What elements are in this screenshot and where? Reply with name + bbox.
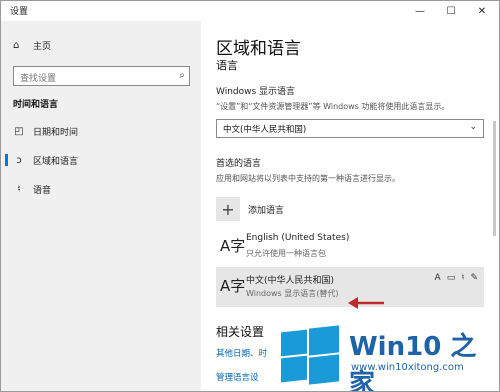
- search-placeholder: 查找设置: [20, 74, 57, 84]
- language-icon: A字: [220, 277, 246, 295]
- handwriting-icon: ✎: [470, 273, 478, 283]
- section-title-language: 语言: [216, 59, 238, 72]
- settings-window: 设置 — ☐ ✕ ⌂ 主页 查找设置 ⌕ 时间和语言 ◰ 日期和时间 ↄ 区域和…: [0, 0, 500, 392]
- window-title: 设置: [10, 7, 29, 17]
- windows-logo-tile: [281, 355, 307, 383]
- search-icon[interactable]: ⌕: [179, 70, 185, 81]
- windows-logo-tile: [281, 329, 307, 357]
- keyboard-icon: ▭: [446, 273, 456, 283]
- date-time-region-link[interactable]: 其他日期、时: [216, 347, 267, 359]
- language-name: 中文(中华人民共和国): [246, 276, 335, 286]
- manage-language-link[interactable]: 管理语言设: [216, 371, 259, 383]
- calendar-clock-icon: ◰: [14, 125, 24, 137]
- brand-text: Win10 之家: [349, 332, 477, 392]
- language-feature-icons: A ▭ ♮ ✎: [435, 273, 478, 283]
- home-label: 主页: [33, 42, 52, 52]
- sidebar-item-date-time[interactable]: ◰ 日期和时间: [1, 118, 201, 144]
- minimize-button[interactable]: —: [405, 1, 435, 21]
- brand-url: www.win10xitong.com: [351, 362, 464, 373]
- preferred-languages-label: 首选的语言: [216, 159, 262, 169]
- display-language-icon: A: [434, 273, 441, 283]
- sidebar-item-label: 日期和时间: [33, 127, 79, 138]
- title-bar[interactable]: 设置 — ☐ ✕: [1, 1, 499, 21]
- globe-pen-icon: ↄ: [16, 154, 22, 166]
- add-language-button[interactable]: + 添加语言: [216, 197, 284, 221]
- display-language-value: 中文(中华人民共和国): [223, 125, 307, 135]
- chevron-down-icon: ⌄: [469, 122, 477, 132]
- speech-icon: ♮: [461, 273, 465, 283]
- page-title: 区域和语言: [216, 39, 301, 59]
- red-arrow-annotation: [348, 297, 384, 309]
- add-language-label: 添加语言: [248, 205, 285, 216]
- preferred-languages-desc: 应用和网站将以列表中支持的第一种语言进行显示。: [216, 174, 400, 183]
- windows-logo-tile: [309, 354, 339, 385]
- sidebar-section-title: 时间和语言: [13, 100, 59, 110]
- sidebar-item-label: 区域和语言: [33, 156, 79, 167]
- home-nav-item[interactable]: ⌂ 主页: [13, 39, 51, 52]
- scrollbar[interactable]: [493, 121, 496, 236]
- close-button[interactable]: ✕: [467, 1, 497, 21]
- sidebar: ⌂ 主页 查找设置 ⌕ 时间和语言 ◰ 日期和时间 ↄ 区域和语言 ♮ 语音: [1, 21, 201, 391]
- sidebar-item-label: 语音: [33, 185, 52, 196]
- plus-icon: +: [216, 197, 240, 221]
- microphone-icon: ♮: [17, 183, 21, 195]
- language-subtext: Windows 显示语言(替代): [246, 289, 339, 298]
- sidebar-item-region-language[interactable]: ↄ 区域和语言: [1, 147, 201, 173]
- windows-logo-tile: [309, 325, 339, 356]
- display-language-desc: “设置”和“文件资源管理器”等 Windows 功能将使用此语言显示。: [216, 102, 450, 111]
- home-icon: ⌂: [13, 40, 20, 51]
- language-subtext: 只允许使用一种语言包: [246, 249, 326, 258]
- search-input[interactable]: 查找设置 ⌕: [13, 66, 190, 86]
- language-item-english[interactable]: A字 English (United States) 只允许使用一种语言包: [216, 227, 484, 267]
- win10-logo-watermark: Win10 之家 www.win10xitong.com: [269, 316, 499, 392]
- maximize-button[interactable]: ☐: [436, 1, 466, 21]
- language-icon: A字: [220, 237, 246, 255]
- active-indicator: [5, 154, 8, 166]
- display-language-label: Windows 显示语言: [216, 87, 296, 97]
- display-language-select[interactable]: 中文(中华人民共和国) ⌄: [216, 119, 484, 138]
- language-name: English (United States): [246, 233, 350, 243]
- sidebar-item-speech[interactable]: ♮ 语音: [1, 176, 201, 202]
- related-settings-title: 相关设置: [216, 325, 265, 339]
